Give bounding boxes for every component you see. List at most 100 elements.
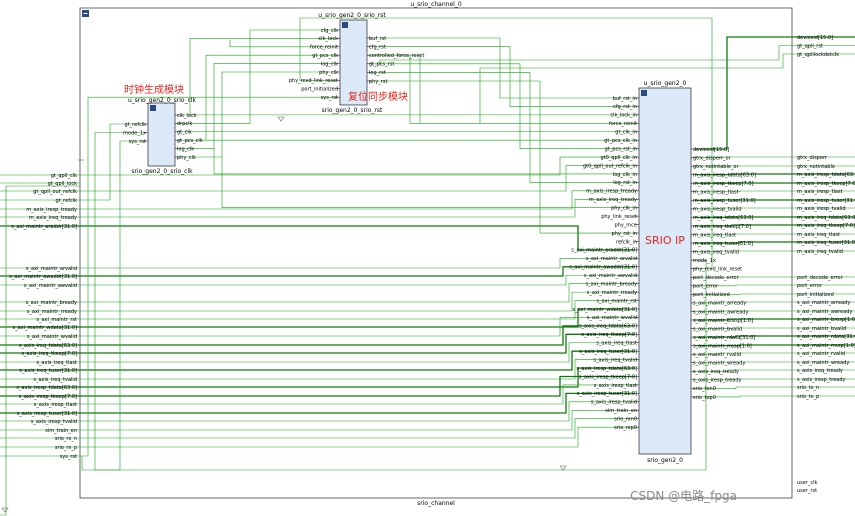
left-port-label: gt_refclk [56,198,78,204]
clk-input-pins: gt_refclk mode_1x sys_rst [123,122,148,145]
right-port-label: port_error [797,283,823,289]
left-port-label: s_axi_maintr_awvalid [24,283,77,289]
clk-module-title: u_srio_gen2_0_srio_clk [128,97,197,104]
ip-output-pin-label: m_axis_iresp_tdata[63:0] [693,172,756,178]
ip-input-pin-label: s_axi_maintr_rst [596,298,637,304]
left-port-label: s_axis_ireq_tvalid [33,377,77,383]
ip-input-pin-label: s_axis_ireq_tdata[63:0] [579,324,637,330]
clk-output-pin-label: gt_pcs_clk [177,138,203,144]
rst-output-pin-label: gt_pcs_rst [369,62,394,68]
ip-output-pin-label: mode_1x [693,258,716,264]
net-wire [179,148,635,175]
ip-input-pin-label: log_rst_in [613,180,637,186]
rst-expand-icon[interactable] [342,22,348,28]
left-port-label: s_axi_maintr_araddr[31:0] [11,224,77,230]
right-port-label: m_axis_iresp_tlast [797,189,843,195]
left-port-label: s_axis_iresp_tdata[63:0] [16,385,77,391]
ip-output-pin-label: gtrx_disperr_or [693,155,732,161]
ip-input-pin-label: s_axis_iresp_tkeep[7:0] [579,374,637,380]
rst-output-pin-label: controlled_force_reinit [369,53,425,59]
rst-input-pin-label: phy_rcvd_link_reset [289,78,338,84]
right-port-label: gtrx_notintable [797,164,835,170]
schematic-canvas: u_srio_channel_0 srio_channel u_srio_gen… [0,1,855,516]
clk-expand-icon[interactable] [150,105,156,111]
left-port-label: srio_rx_p [55,445,77,451]
ip-input-pin-label: s_axi_maintr_arvalid [586,256,637,262]
clk-module[interactable]: u_srio_gen2_0_srio_clk srio_gen2_0_srio_… [123,97,203,175]
net-wire [221,71,336,157]
left-port-label: s_axis_iresp_tlast [34,402,77,408]
ip-output-pins: deviceid[15:0] gtrx_disperr_or gtrx_notint… [691,147,756,401]
ip-input-pin-label: cfg_rst_in [613,104,637,110]
left-port-label: s_axis_ireq_tkeep[7:0] [21,351,77,357]
ip-output-pin-label: s_axi_maintr_arready [693,301,746,307]
left-port-label: s_axis_ireq_tlast [36,360,77,366]
right-port-label: s_axi_maintr_rresp[1:0] [797,343,855,349]
rst-input-pin-label: cfg_clk [321,28,338,34]
rst-input-pin-label: force_reinit [310,45,338,51]
rst-output-pin-label: buf_rst [369,36,386,42]
ip-module[interactable]: u_srio_gen2_0 srio_gen2_0 buf_rst_in cfg_… [569,80,756,464]
left-port-label: srio_rx_n [55,436,77,442]
rst-input-pin-label: clk_lock [318,36,338,42]
ip-input-pin-label: s_axi_maintr_awvalid [584,273,637,279]
ip-output-pin-label: s_axi_maintr_bresp[1:0] [693,318,753,324]
ip-core-annotation: SRIO IP [645,234,685,247]
left-port-label: s_axi_maintr_wdata[31:0] [12,325,77,331]
ip-module-block[interactable] [638,87,692,455]
right-port-label: m_axis_ireq_tvalid [797,249,843,255]
net-wire [695,284,855,287]
right-port-label: m_axis_ireq_tkeep[7:0] [797,223,855,229]
ip-input-pin-label: s_axis_iresp_tvalid [591,400,637,406]
right-top-port-label: gt_qplllockdetclk [797,52,839,58]
left-port-label: s_axi_maintr_arvalid [26,266,77,272]
right-port-label: gtrx_disperr [797,155,828,161]
ip-input-pin-label: s_axi_maintr_wdata[31:0] [572,307,637,313]
ip-output-pin-label: s_axi_maintr_awready [693,309,748,315]
ip-output-pin-label: srio_txn0 [693,386,716,392]
ip-input-pin-label: gt0_qpll_clk_in [600,155,637,161]
ip-output-pin-label: s_axi_maintr_wready [693,361,745,367]
ip-input-pin-label: phy_clk_in [611,206,637,212]
ip-expand-icon[interactable] [641,90,647,96]
right-port-label: s_axi_maintr_rdata[31:0] [797,334,855,340]
right-port-label: s_axi_maintr_bvalid [797,326,846,332]
ip-input-pin-label: phy_mce [615,222,638,228]
ip-output-pin-label: m_axis_iresp_tkeep[7:0] [693,181,754,187]
ip-input-pin-label: s_axis_ireq_tlast [596,341,637,347]
rst-module-title: u_srio_gen2_0_srio_rst [318,12,386,19]
bottom-right-port-label: user_clk [797,480,818,486]
ground-symbol-icon [1,507,9,513]
right-port-label: s_axi_maintr_arready [797,300,850,306]
right-port-label: s_axis_ireq_tready [797,368,843,374]
clk-module-block[interactable] [147,102,176,167]
left-port-label: s_axis_iresp_tuser[31:0] [17,411,77,417]
ip-input-pin-label: log_clk_in [613,172,637,178]
left-port-label: s_axis_iresp_tkeep[7:0] [19,394,77,400]
ip-output-pin-label: m_axis_ireq_tlast [693,232,736,238]
minus-icon [83,13,88,14]
ip-output-pin-label: m_axis_iresp_tuser[31:0] [693,198,756,204]
ip-output-pin-label: port_decode_error [693,275,740,281]
right-port-label: srio_tx_n [797,385,819,391]
left-port-label: s_axis_ireq_tuser[31:0] [19,368,77,374]
ip-output-pin-label: m_axis_ireq_tkeep[7:0] [693,224,751,230]
ground-symbol-icon [277,116,285,122]
ip-input-pin-label: s_axis_ireq_tvalid [593,357,637,363]
ip-module-title: u_srio_gen2_0 [644,80,687,87]
ip-input-pin-label: s_axis_ireq_tkeep[7:0] [581,332,637,338]
right-port-label: m_axis_iresp_tvalid [797,206,846,212]
right-port-label: m_axis_iresp_tdata[63:0] [797,172,855,178]
left-port-label: m_axis_ireq_tready [29,215,77,221]
left-port-label: sim_train_en [45,428,77,434]
ip-input-pin-label: force_reinit [609,121,637,127]
ground-symbol-icon [559,465,567,471]
left-port-label: s_axi_maintr_wvalid [27,334,77,340]
clk-output-pin-label: drpclk [177,121,193,127]
right-port-label: m_axis_ireq_tuser[31:0] [797,240,855,246]
left-port-label: gt_qpll_clk [51,173,77,179]
watermark: CSDN @电路_fpga [630,488,737,503]
ip-output-pin-label: port_error [693,284,719,290]
net-wire [205,54,336,141]
ip-output-pin-label: s_axi_maintr_rresp[1:0] [693,343,752,349]
